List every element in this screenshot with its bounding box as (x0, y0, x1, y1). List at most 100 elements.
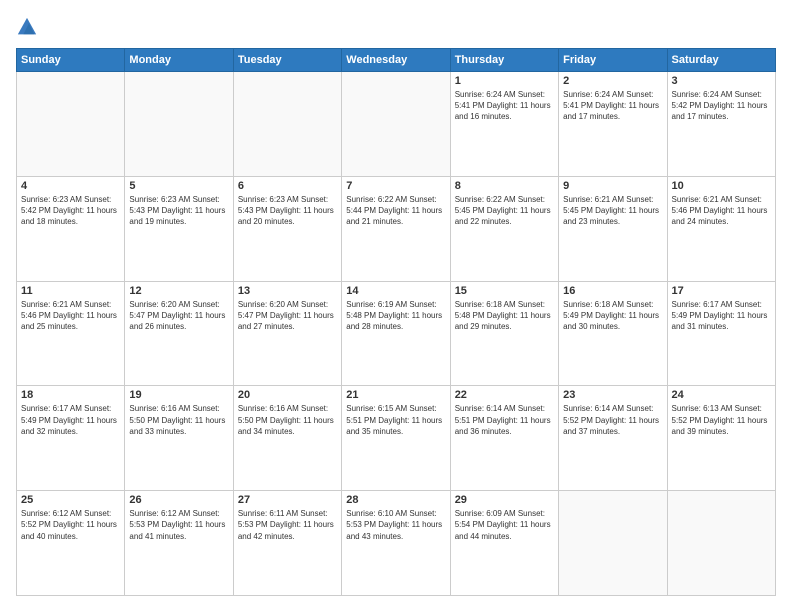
calendar-cell: 29 Sunrise: 6:09 AM Sunset: 5:54 PM Dayli… (450, 491, 558, 596)
day-number: 3 (672, 75, 771, 87)
col-sunday: Sunday (17, 49, 125, 72)
calendar-cell: 8 Sunrise: 6:22 AM Sunset: 5:45 PM Daylig… (450, 176, 558, 281)
day-number: 8 (455, 180, 554, 192)
calendar-week-row: 25Sunrise: 6:12 AM Sunset: 5:52 PM Dayli… (17, 491, 776, 596)
day-info: Sunrise: 6:23 AM Sunset: 5:43 PM Dayligh… (238, 194, 337, 228)
col-tuesday: Tuesday (233, 49, 341, 72)
calendar-cell: 21 Sunrise: 6:15 AM Sunset: 5:51 PM Dayli… (342, 386, 450, 491)
day-number: 17 (672, 285, 771, 297)
day-info: Sunrise: 6:24 AM Sunset: 5:42 PM Dayligh… (672, 89, 771, 123)
calendar-cell: 16Sunrise: 6:18 AM Sunset: 5:49 PM Dayli… (559, 281, 667, 386)
col-friday: Friday (559, 49, 667, 72)
day-number: 2 (563, 75, 662, 87)
day-number: 15 (455, 285, 554, 297)
day-info: Sunrise: 6:12 AM Sunset: 5:53 PM Dayligh… (129, 508, 228, 542)
calendar-cell: 24 Sunrise: 6:13 AM Sunset: 5:52 PM Dayli… (667, 386, 775, 491)
day-number: 25 (21, 494, 120, 506)
day-info: Sunrise: 6:24 AM Sunset: 5:41 PM Dayligh… (563, 89, 662, 123)
calendar-cell (667, 491, 775, 596)
logo-icon (16, 16, 38, 38)
calendar-cell: 17Sunrise: 6:17 AM Sunset: 5:49 PM Dayli… (667, 281, 775, 386)
day-info: Sunrise: 6:15 AM Sunset: 5:51 PM Dayligh… (346, 403, 445, 437)
day-info: Sunrise: 6:14 AM Sunset: 5:51 PM Dayligh… (455, 403, 554, 437)
day-info: Sunrise: 6:18 AM Sunset: 5:48 PM Dayligh… (455, 299, 554, 333)
day-info: Sunrise: 6:22 AM Sunset: 5:44 PM Dayligh… (346, 194, 445, 228)
day-number: 9 (563, 180, 662, 192)
calendar-cell: 20 Sunrise: 6:16 AM Sunset: 5:50 PM Dayli… (233, 386, 341, 491)
day-number: 18 (21, 389, 120, 401)
calendar-week-row: 4 Sunrise: 6:23 AM Sunset: 5:42 PM Daylig… (17, 176, 776, 281)
calendar-week-row: 1 Sunrise: 6:24 AM Sunset: 5:41 PM Daylig… (17, 72, 776, 177)
day-number: 6 (238, 180, 337, 192)
calendar-cell: 26 Sunrise: 6:12 AM Sunset: 5:53 PM Dayli… (125, 491, 233, 596)
col-saturday: Saturday (667, 49, 775, 72)
day-number: 4 (21, 180, 120, 192)
day-number: 21 (346, 389, 445, 401)
calendar-cell: 22 Sunrise: 6:14 AM Sunset: 5:51 PM Dayli… (450, 386, 558, 491)
day-number: 14 (346, 285, 445, 297)
day-info: Sunrise: 6:13 AM Sunset: 5:52 PM Dayligh… (672, 403, 771, 437)
calendar-cell: 3 Sunrise: 6:24 AM Sunset: 5:42 PM Daylig… (667, 72, 775, 177)
calendar-cell: 10 Sunrise: 6:21 AM Sunset: 5:46 PM Dayli… (667, 176, 775, 281)
logo-row (16, 16, 38, 38)
day-info: Sunrise: 6:20 AM Sunset: 5:47 PM Dayligh… (238, 299, 337, 333)
day-info: Sunrise: 6:18 AM Sunset: 5:49 PM Dayligh… (563, 299, 662, 333)
calendar-cell (125, 72, 233, 177)
day-number: 28 (346, 494, 445, 506)
calendar-cell (17, 72, 125, 177)
day-number: 10 (672, 180, 771, 192)
calendar-cell: 4 Sunrise: 6:23 AM Sunset: 5:42 PM Daylig… (17, 176, 125, 281)
calendar-cell: 14 Sunrise: 6:19 AM Sunset: 5:48 PM Dayli… (342, 281, 450, 386)
page: Sunday Monday Tuesday Wednesday Thursday… (0, 0, 792, 612)
day-info: Sunrise: 6:22 AM Sunset: 5:45 PM Dayligh… (455, 194, 554, 228)
day-number: 19 (129, 389, 228, 401)
calendar-cell: 28 Sunrise: 6:10 AM Sunset: 5:53 PM Dayli… (342, 491, 450, 596)
day-number: 11 (21, 285, 120, 297)
day-number: 7 (346, 180, 445, 192)
col-thursday: Thursday (450, 49, 558, 72)
day-info: Sunrise: 6:21 AM Sunset: 5:46 PM Dayligh… (21, 299, 120, 333)
day-number: 22 (455, 389, 554, 401)
day-number: 1 (455, 75, 554, 87)
day-info: Sunrise: 6:21 AM Sunset: 5:46 PM Dayligh… (672, 194, 771, 228)
day-info: Sunrise: 6:16 AM Sunset: 5:50 PM Dayligh… (238, 403, 337, 437)
day-number: 12 (129, 285, 228, 297)
day-info: Sunrise: 6:16 AM Sunset: 5:50 PM Dayligh… (129, 403, 228, 437)
calendar-cell: 7 Sunrise: 6:22 AM Sunset: 5:44 PM Daylig… (342, 176, 450, 281)
day-info: Sunrise: 6:11 AM Sunset: 5:53 PM Dayligh… (238, 508, 337, 542)
day-number: 5 (129, 180, 228, 192)
day-info: Sunrise: 6:19 AM Sunset: 5:48 PM Dayligh… (346, 299, 445, 333)
day-info: Sunrise: 6:17 AM Sunset: 5:49 PM Dayligh… (21, 403, 120, 437)
day-number: 24 (672, 389, 771, 401)
day-info: Sunrise: 6:14 AM Sunset: 5:52 PM Dayligh… (563, 403, 662, 437)
calendar-cell: 25Sunrise: 6:12 AM Sunset: 5:52 PM Dayli… (17, 491, 125, 596)
day-number: 23 (563, 389, 662, 401)
calendar-cell: 1 Sunrise: 6:24 AM Sunset: 5:41 PM Daylig… (450, 72, 558, 177)
day-number: 29 (455, 494, 554, 506)
header (16, 16, 776, 38)
day-info: Sunrise: 6:23 AM Sunset: 5:42 PM Dayligh… (21, 194, 120, 228)
calendar-cell: 9Sunrise: 6:21 AM Sunset: 5:45 PM Daylig… (559, 176, 667, 281)
col-wednesday: Wednesday (342, 49, 450, 72)
calendar-cell: 11 Sunrise: 6:21 AM Sunset: 5:46 PM Dayli… (17, 281, 125, 386)
day-info: Sunrise: 6:24 AM Sunset: 5:41 PM Dayligh… (455, 89, 554, 123)
calendar-table: Sunday Monday Tuesday Wednesday Thursday… (16, 48, 776, 596)
day-number: 26 (129, 494, 228, 506)
calendar-cell: 15 Sunrise: 6:18 AM Sunset: 5:48 PM Dayli… (450, 281, 558, 386)
calendar-cell: 12 Sunrise: 6:20 AM Sunset: 5:47 PM Dayli… (125, 281, 233, 386)
calendar-cell: 19 Sunrise: 6:16 AM Sunset: 5:50 PM Dayli… (125, 386, 233, 491)
calendar-cell: 18 Sunrise: 6:17 AM Sunset: 5:49 PM Dayli… (17, 386, 125, 491)
day-number: 20 (238, 389, 337, 401)
calendar-cell: 13 Sunrise: 6:20 AM Sunset: 5:47 PM Dayli… (233, 281, 341, 386)
calendar-cell (233, 72, 341, 177)
calendar-cell: 6 Sunrise: 6:23 AM Sunset: 5:43 PM Daylig… (233, 176, 341, 281)
day-info: Sunrise: 6:23 AM Sunset: 5:43 PM Dayligh… (129, 194, 228, 228)
calendar-header-row: Sunday Monday Tuesday Wednesday Thursday… (17, 49, 776, 72)
day-info: Sunrise: 6:09 AM Sunset: 5:54 PM Dayligh… (455, 508, 554, 542)
day-number: 13 (238, 285, 337, 297)
day-info: Sunrise: 6:10 AM Sunset: 5:53 PM Dayligh… (346, 508, 445, 542)
calendar-cell: 5 Sunrise: 6:23 AM Sunset: 5:43 PM Daylig… (125, 176, 233, 281)
day-info: Sunrise: 6:20 AM Sunset: 5:47 PM Dayligh… (129, 299, 228, 333)
calendar-week-row: 18 Sunrise: 6:17 AM Sunset: 5:49 PM Dayli… (17, 386, 776, 491)
calendar-cell (342, 72, 450, 177)
